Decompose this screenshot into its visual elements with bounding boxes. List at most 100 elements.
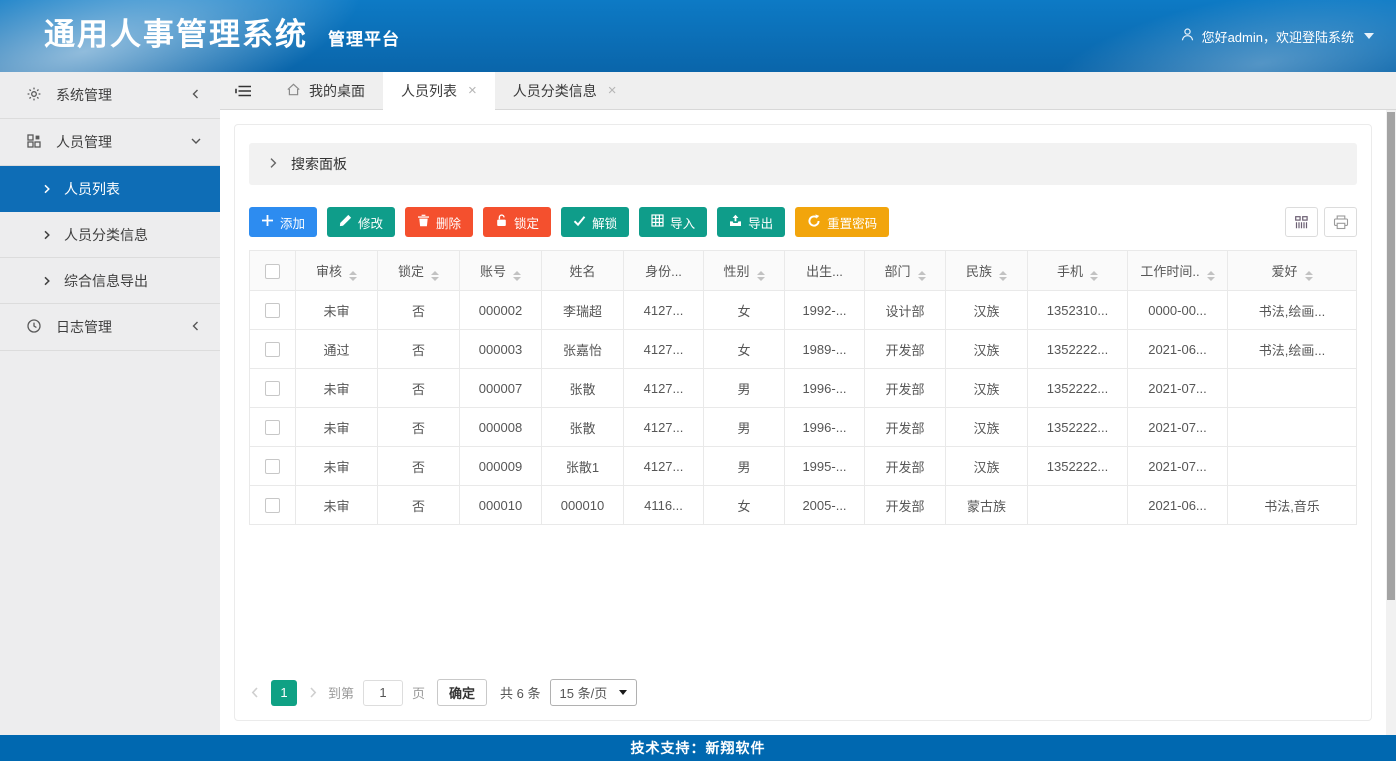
cell: 设计部 <box>865 291 946 330</box>
sort-icon[interactable] <box>431 271 439 281</box>
cell: 开发部 <box>865 330 946 369</box>
columns-icon[interactable] <box>1285 207 1318 237</box>
row-checkbox[interactable] <box>265 420 280 435</box>
goto-page-input[interactable] <box>363 680 403 706</box>
next-page-icon[interactable] <box>306 686 319 699</box>
row-select-cell <box>250 369 296 408</box>
cell: 000010 <box>542 486 624 525</box>
cell: 未审 <box>296 447 378 486</box>
sidebar-item-label: 系统管理 <box>56 85 176 105</box>
column-header[interactable]: 手机 <box>1028 251 1128 291</box>
sidebar-item-person-list[interactable]: 人员列表 <box>0 166 220 212</box>
column-header-label: 性别 <box>723 264 749 279</box>
column-header[interactable]: 民族 <box>946 251 1028 291</box>
sidebar-toggle-icon[interactable] <box>220 72 268 109</box>
column-header[interactable]: 身份... <box>624 251 704 291</box>
sidebar-item-log-mgmt[interactable]: 日志管理 <box>0 304 220 351</box>
table-row[interactable]: 通过否000003张嘉怡4127...女1989-...开发部汉族1352222… <box>250 330 1357 369</box>
sort-icon[interactable] <box>918 271 926 281</box>
sidebar-item-person-mgmt[interactable]: 人员管理 <box>0 119 220 166</box>
cell: 开发部 <box>865 486 946 525</box>
user-menu[interactable]: 您好admin，欢迎登陆系统 <box>1180 0 1374 72</box>
row-select-cell <box>250 408 296 447</box>
column-header-label: 身份... <box>645 264 682 279</box>
cell: 4127... <box>624 291 704 330</box>
cell: 汉族 <box>946 291 1028 330</box>
row-checkbox[interactable] <box>265 303 280 318</box>
table-row[interactable]: 未审否0000100000104116...女2005-...开发部蒙古族202… <box>250 486 1357 525</box>
blocks-icon <box>26 133 42 152</box>
cell: 女 <box>704 291 785 330</box>
column-header-label: 手机 <box>1057 264 1083 279</box>
tab-my-desktop[interactable]: 我的桌面 <box>268 72 383 109</box>
sidebar-item-info-export[interactable]: 综合信息导出 <box>0 258 220 304</box>
table-row[interactable]: 未审否000008张散4127...男1996-...开发部汉族1352222.… <box>250 408 1357 447</box>
column-header[interactable]: 出生... <box>785 251 865 291</box>
column-header[interactable]: 部门 <box>865 251 946 291</box>
cell: 未审 <box>296 408 378 447</box>
tab-person-category[interactable]: 人员分类信息 × <box>495 72 635 109</box>
cell: 通过 <box>296 330 378 369</box>
column-header[interactable]: 锁定 <box>378 251 460 291</box>
page-size-select[interactable]: 15 条/页 <box>550 679 638 706</box>
sort-icon[interactable] <box>513 271 521 281</box>
cell: 否 <box>378 408 460 447</box>
confirm-button[interactable]: 确定 <box>437 679 487 706</box>
row-select-cell <box>250 330 296 369</box>
printer-icon[interactable] <box>1324 207 1357 237</box>
reset-password-button[interactable]: 重置密码 <box>795 207 889 237</box>
lock-button[interactable]: 锁定 <box>483 207 551 237</box>
close-icon[interactable]: × <box>468 83 477 98</box>
sidebar-item-person-category[interactable]: 人员分类信息 <box>0 212 220 258</box>
export-button[interactable]: 导出 <box>717 207 785 237</box>
chevron-down-icon <box>1364 33 1374 39</box>
cell: 张散 <box>542 408 624 447</box>
row-checkbox[interactable] <box>265 381 280 396</box>
cell: 开发部 <box>865 447 946 486</box>
page-number-button[interactable]: 1 <box>271 680 297 706</box>
column-header[interactable]: 审核 <box>296 251 378 291</box>
vertical-scrollbar[interactable] <box>1386 110 1396 735</box>
unlock-button[interactable]: 解锁 <box>561 207 629 237</box>
tab-label: 人员分类信息 <box>513 81 597 101</box>
column-header[interactable]: 工作时间.. <box>1128 251 1228 291</box>
table-row[interactable]: 未审否000002李瑞超4127...女1992-...设计部汉族1352310… <box>250 291 1357 330</box>
content-card: 搜索面板 添加 修改 删除 锁定 <box>234 124 1372 721</box>
sidebar-item-label: 人员管理 <box>56 132 176 152</box>
sort-icon[interactable] <box>757 271 765 281</box>
select-all-checkbox[interactable] <box>265 264 280 279</box>
close-icon[interactable]: × <box>608 83 617 98</box>
sidebar-item-system-mgmt[interactable]: 系统管理 <box>0 72 220 119</box>
column-header[interactable]: 账号 <box>460 251 542 291</box>
table-row[interactable]: 未审否000009张散14127...男1995-...开发部汉族1352222… <box>250 447 1357 486</box>
cell: 男 <box>704 408 785 447</box>
sort-icon[interactable] <box>1305 271 1313 281</box>
tab-person-list[interactable]: 人员列表 × <box>383 72 495 110</box>
delete-button[interactable]: 删除 <box>405 207 473 237</box>
column-header[interactable]: 性别 <box>704 251 785 291</box>
cell: 汉族 <box>946 369 1028 408</box>
row-checkbox[interactable] <box>265 498 280 513</box>
column-header[interactable]: 姓名 <box>542 251 624 291</box>
page-size-value: 15 条/页 <box>560 683 608 702</box>
row-checkbox[interactable] <box>265 459 280 474</box>
sidebar-item-label: 综合信息导出 <box>64 271 148 291</box>
scrollbar-thumb[interactable] <box>1387 112 1395 600</box>
table-row[interactable]: 未审否000007张散4127...男1996-...开发部汉族1352222.… <box>250 369 1357 408</box>
sort-icon[interactable] <box>999 271 1007 281</box>
row-checkbox[interactable] <box>265 342 280 357</box>
sort-icon[interactable] <box>1207 271 1215 281</box>
sort-icon[interactable] <box>349 271 357 281</box>
edit-button[interactable]: 修改 <box>327 207 395 237</box>
column-header-label: 审核 <box>316 264 342 279</box>
column-header-label: 民族 <box>966 264 992 279</box>
column-header-label: 工作时间.. <box>1140 264 1199 279</box>
cell: 000010 <box>460 486 542 525</box>
search-panel-toggle[interactable]: 搜索面板 <box>249 143 1357 185</box>
column-header[interactable]: 爱好 <box>1228 251 1357 291</box>
import-button[interactable]: 导入 <box>639 207 707 237</box>
user-greeting: 您好admin，欢迎登陆系统 <box>1202 27 1354 46</box>
sort-icon[interactable] <box>1090 271 1098 281</box>
prev-page-icon[interactable] <box>249 686 262 699</box>
add-button[interactable]: 添加 <box>249 207 317 237</box>
